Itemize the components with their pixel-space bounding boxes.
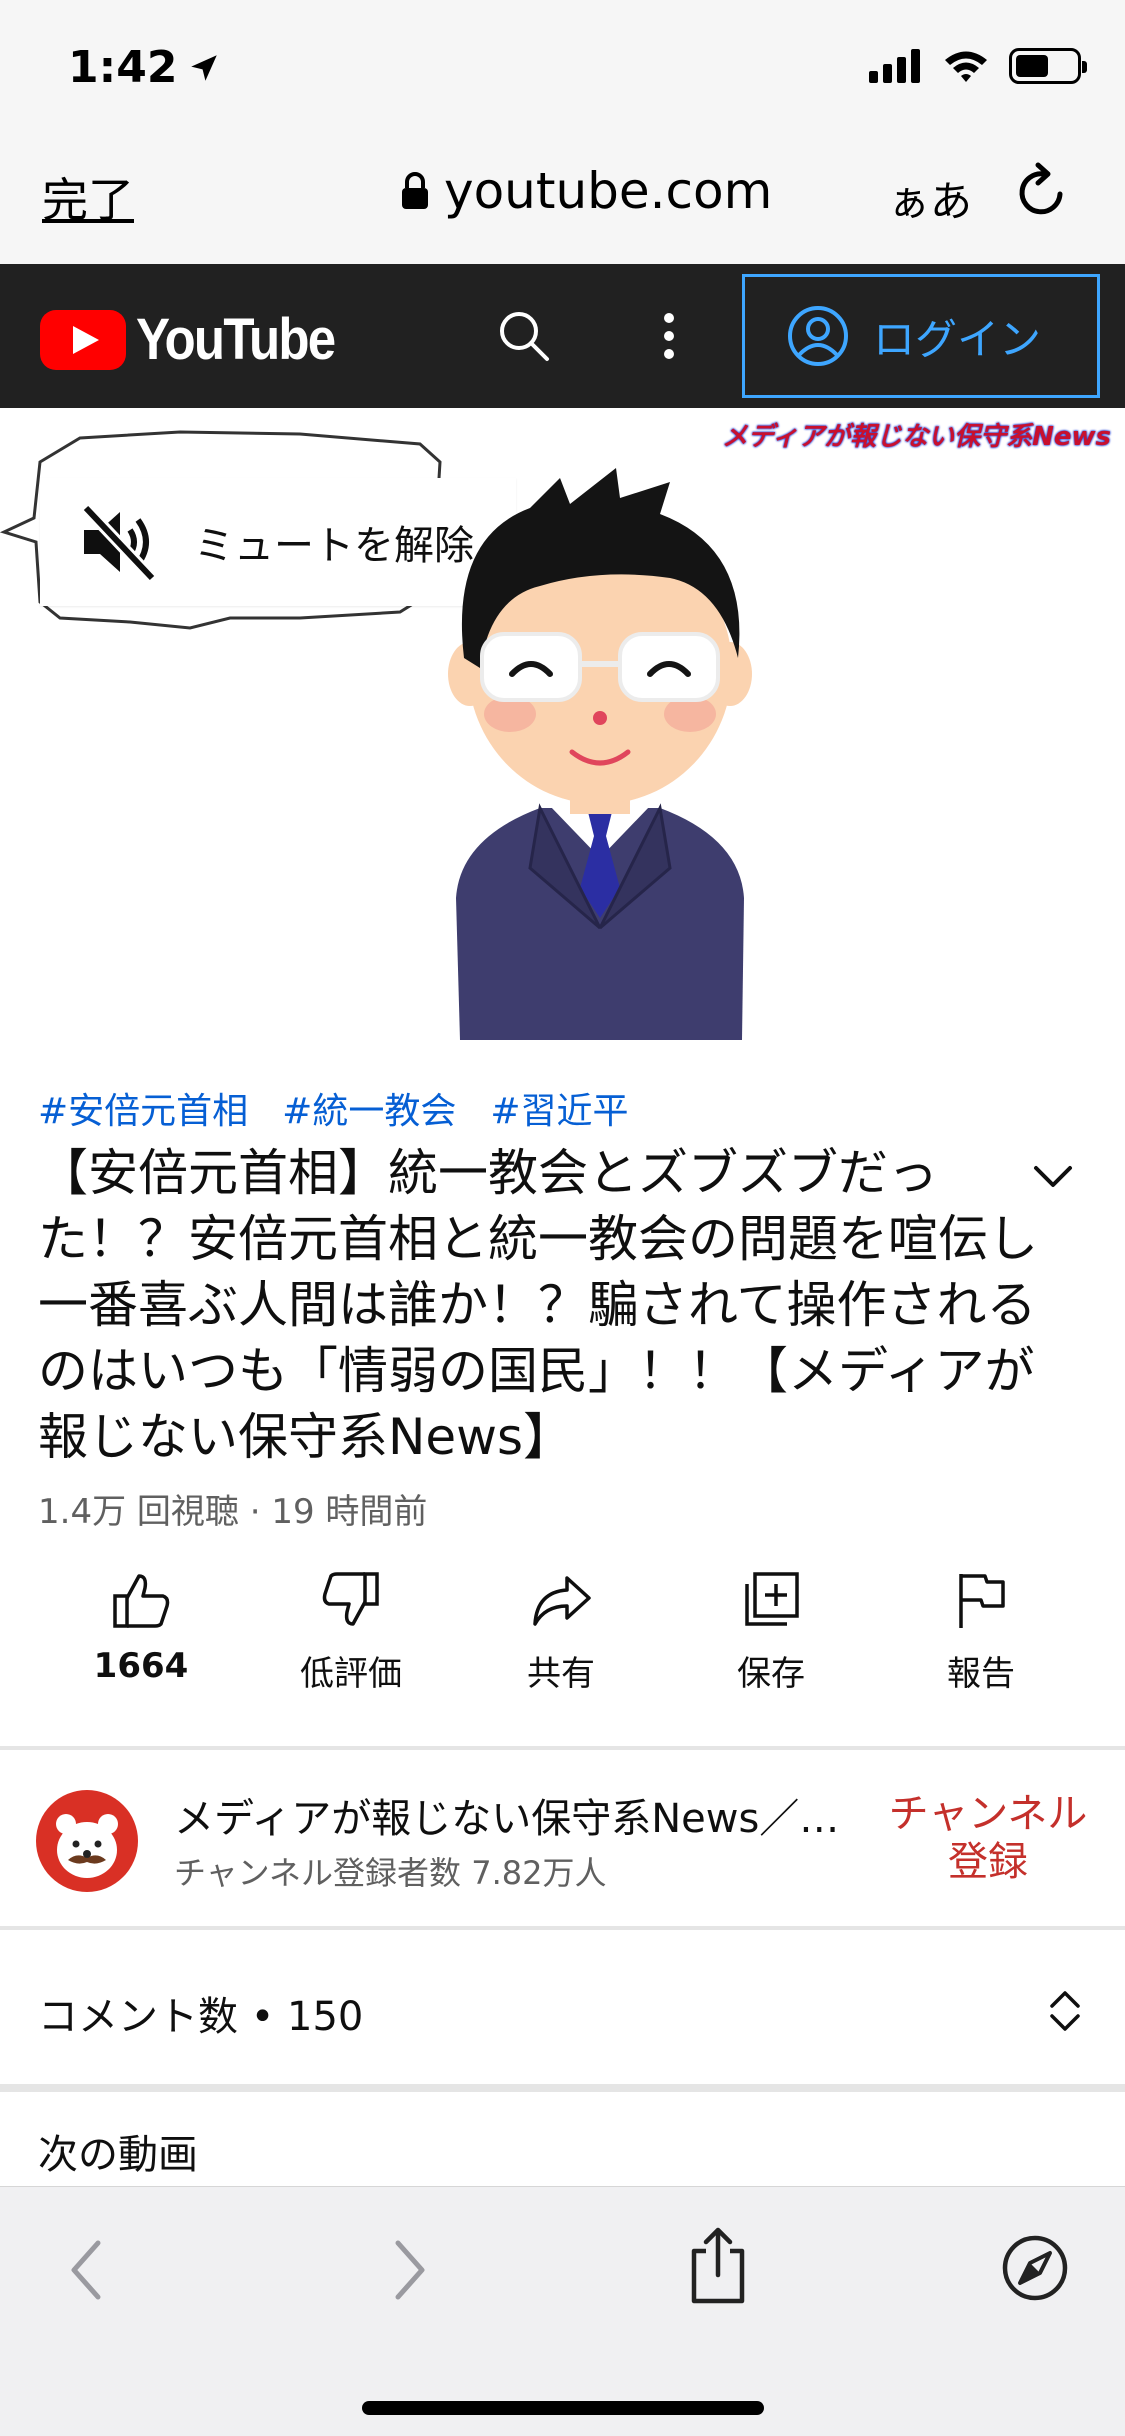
youtube-logo-text: YouTube xyxy=(136,307,336,372)
share-label: 共有 xyxy=(527,1654,595,1694)
status-time: 1:42 xyxy=(68,42,221,93)
youtube-play-icon xyxy=(40,309,126,370)
like-count: 1664 xyxy=(93,1646,189,1686)
add-to-playlist-icon xyxy=(745,1572,799,1626)
view-count: 1.4万 回視聴 xyxy=(38,1492,239,1532)
video-title[interactable]: 【安倍元首相】統一教会とズブズブだった！？安倍元首相と統一教会の問題を喧伝し一番… xyxy=(38,1140,1038,1470)
hashtag-link[interactable]: #安倍元首相 xyxy=(38,1082,248,1134)
battery-icon xyxy=(1009,48,1087,84)
action-bar: 1664 低評価 共有 保存 報告 xyxy=(0,1568,1125,1718)
hashtag-link[interactable]: #統一教会 xyxy=(282,1082,456,1134)
divider xyxy=(0,2084,1125,2092)
channel-avatar[interactable] xyxy=(36,1790,138,1892)
dislike-button[interactable]: 低評価 xyxy=(246,1568,456,1718)
video-meta: 1.4万 回視聴 · 19 時間前 xyxy=(38,1484,427,1533)
divider xyxy=(0,1926,1125,1930)
report-button[interactable]: 報告 xyxy=(876,1568,1086,1718)
browser-url-bar: 完了 youtube.com ぁあ xyxy=(0,132,1125,264)
youtube-logo[interactable]: YouTube xyxy=(40,306,361,373)
status-indicators xyxy=(869,48,1087,84)
forward-arrow-icon[interactable] xyxy=(386,2237,432,2303)
browser-toolbar xyxy=(0,2186,1125,2436)
share-sheet-icon[interactable] xyxy=(686,2225,750,2305)
home-indicator xyxy=(362,2401,764,2415)
address-field[interactable]: youtube.com xyxy=(400,162,772,220)
clock-label: 1:42 xyxy=(68,42,178,93)
businessman-illustration xyxy=(448,468,752,1040)
video-player[interactable]: ミュートを解除 メディアが報じない保守系News xyxy=(0,408,1125,1040)
cellular-signal-icon xyxy=(869,49,920,83)
login-label: ログイン xyxy=(873,314,1042,364)
thumbs-down-icon xyxy=(322,1572,379,1626)
dislike-label: 低評価 xyxy=(300,1654,402,1694)
report-label: 報告 xyxy=(947,1654,1015,1694)
video-channel-banner: メディアが報じない保守系News xyxy=(721,422,1111,452)
meta-separator: · xyxy=(249,1492,261,1532)
text-size-button[interactable]: ぁあ xyxy=(888,168,972,229)
hashtag-list: #安倍元首相 #統一教会 #習近平 xyxy=(38,1082,629,1134)
like-button[interactable]: 1664 xyxy=(36,1568,246,1718)
expand-collapse-icon[interactable] xyxy=(1048,1988,1082,2034)
search-icon[interactable] xyxy=(494,306,554,366)
youtube-header: YouTube ログイン xyxy=(0,264,1125,408)
chevron-down-icon[interactable] xyxy=(1028,1158,1078,1194)
comments-count-label: コメント数 • 150 xyxy=(38,1994,364,2040)
back-arrow-icon[interactable] xyxy=(64,2237,110,2303)
login-button[interactable]: ログイン xyxy=(742,274,1100,398)
share-button[interactable]: 共有 xyxy=(456,1568,666,1718)
compass-icon[interactable] xyxy=(1000,2233,1070,2303)
upload-age: 19 時間前 xyxy=(271,1492,428,1532)
location-arrow-icon xyxy=(191,54,218,81)
more-options-icon[interactable] xyxy=(656,306,682,366)
comments-section[interactable]: コメント数 • 150 xyxy=(0,1932,1125,2084)
reload-icon[interactable] xyxy=(1014,162,1070,222)
save-label: 保存 xyxy=(737,1654,805,1694)
channel-row: メディアが報じない保守系News／… チャンネル登録者数 7.82万人 チャンネ… xyxy=(0,1750,1125,1926)
url-text: youtube.com xyxy=(444,162,773,220)
status-bar: 1:42 xyxy=(0,0,1125,132)
wifi-icon xyxy=(945,51,987,82)
lock-icon xyxy=(402,172,428,209)
flag-icon xyxy=(959,1574,1005,1628)
bear-mascot-icon xyxy=(56,1814,118,1878)
account-icon xyxy=(788,306,848,366)
subscribe-button[interactable]: チャンネル登録 xyxy=(876,1790,1100,1886)
up-next-heading: 次の動画 xyxy=(38,2132,198,2178)
share-arrow-icon xyxy=(533,1576,591,1626)
subscriber-count: チャンネル登録者数 7.82万人 xyxy=(174,1854,607,1892)
hashtag-link[interactable]: #習近平 xyxy=(490,1082,628,1134)
channel-name[interactable]: メディアが報じない保守系News／… xyxy=(174,1786,864,1844)
save-button[interactable]: 保存 xyxy=(666,1568,876,1718)
muted-speaker-icon xyxy=(81,503,157,583)
thumbs-up-icon xyxy=(113,1574,170,1628)
done-button[interactable]: 完了 xyxy=(42,164,134,230)
